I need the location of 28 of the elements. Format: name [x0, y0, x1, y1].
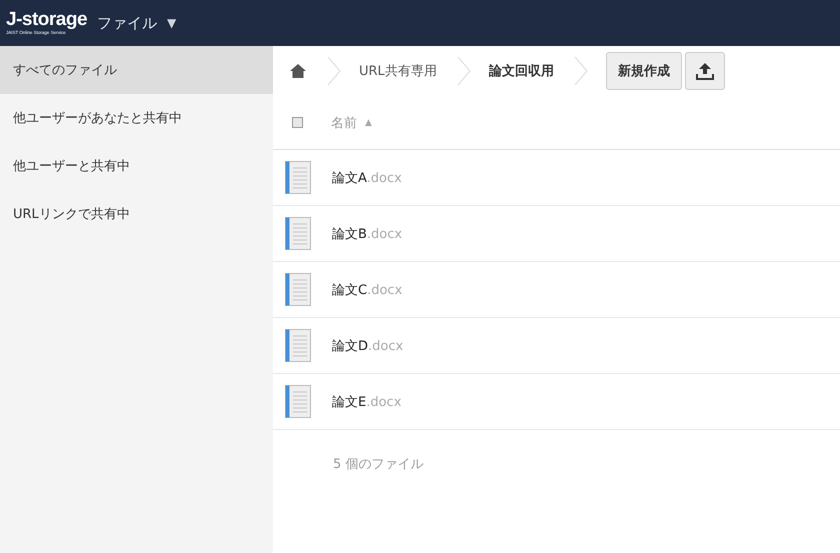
chevron-icon [327, 56, 341, 86]
document-icon [285, 329, 311, 362]
breadcrumb-link[interactable]: URL共有専用 [359, 62, 437, 80]
menu-label[interactable]: ファイル [97, 14, 158, 32]
file-name[interactable]: 論文B.docx [332, 224, 402, 242]
sidebar-item[interactable]: 他ユーザーと共有中 [0, 142, 273, 190]
file-name[interactable]: 論文A.docx [332, 168, 402, 186]
sidebar-item[interactable]: 他ユーザーがあなたと共有中 [0, 94, 273, 142]
sidebar-item[interactable]: すべてのファイル [0, 46, 273, 94]
document-icon [285, 273, 311, 306]
chevron-icon [456, 56, 471, 86]
upload-button[interactable] [684, 52, 725, 90]
file-count: 5 個のファイル [332, 456, 424, 473]
new-button[interactable]: 新規作成 [606, 52, 682, 90]
document-icon [285, 217, 311, 250]
select-all-checkbox[interactable] [292, 117, 303, 128]
home-icon[interactable] [289, 63, 307, 79]
logo-text: J-storage [6, 10, 88, 30]
document-icon [285, 385, 311, 418]
upload-icon [696, 62, 714, 80]
sidebar-item[interactable]: URLリンクで共有中 [0, 190, 273, 238]
file-name[interactable]: 論文E.docx [332, 392, 402, 410]
caret-icon[interactable]: ▼ [167, 16, 176, 30]
file-name[interactable]: 論文C.docx [332, 280, 402, 298]
chevron-icon [574, 56, 588, 86]
file-name[interactable]: 論文D.docx [332, 336, 404, 354]
document-icon [285, 161, 311, 194]
breadcrumb-link[interactable]: 論文回収用 [488, 62, 554, 80]
